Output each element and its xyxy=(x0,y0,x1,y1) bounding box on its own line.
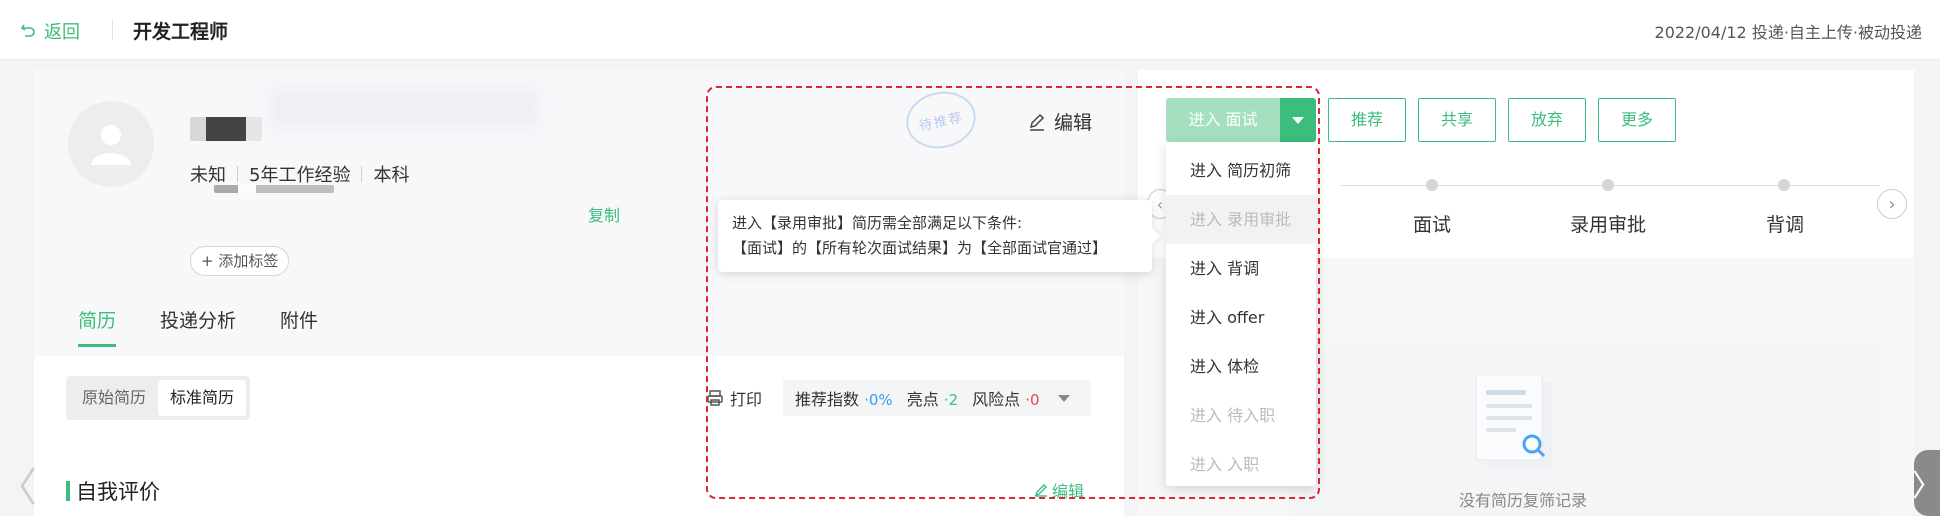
enter-stage-split-button: 进入 面试 xyxy=(1166,98,1316,142)
caret-down-icon xyxy=(1292,116,1304,124)
empty-state-text: 没有简历复筛记录 xyxy=(1459,491,1588,510)
printer-icon xyxy=(707,390,723,406)
top-bar xyxy=(0,0,1940,60)
next-candidate-arrow-icon[interactable]: 〉 xyxy=(1912,450,1940,516)
tooltip-line-1: 进入【录用审批】简历需全部满足以下条件: xyxy=(732,214,1023,232)
section-edit-button[interactable]: 编辑 xyxy=(1034,478,1084,502)
chevron-right-icon[interactable]: › xyxy=(1877,189,1907,219)
print-button[interactable]: 打印 xyxy=(706,386,762,410)
score-summary: 推荐指数 ·0% 亮点 ·2 风险点 ·0 xyxy=(783,380,1091,416)
stage-interview: 面试 xyxy=(1413,214,1452,236)
edit-label: 编辑 xyxy=(1054,112,1093,134)
pencil-icon xyxy=(1034,484,1047,497)
stage-offer-approval: 录用审批 xyxy=(1570,214,1647,236)
highlight-value: ·2 xyxy=(943,391,959,409)
standard-resume-button[interactable]: 标准简历 xyxy=(158,380,247,416)
menu-item-medical-check[interactable]: 进入 体检 xyxy=(1166,342,1316,391)
copy-link[interactable]: 复制 xyxy=(588,202,620,226)
section-accent-bar xyxy=(66,481,70,501)
gender: 未知 xyxy=(190,165,226,186)
add-tag-button[interactable]: + 添加标签 xyxy=(190,246,290,276)
share-button[interactable]: 共享 xyxy=(1418,98,1496,142)
redacted-name xyxy=(190,117,262,141)
menu-item-pending-onboard[interactable]: 进入 待入职 xyxy=(1166,391,1316,440)
print-label: 打印 xyxy=(730,390,763,409)
experience: 5年工作经验 xyxy=(249,165,351,186)
score-item: 推荐指数 ·0% xyxy=(795,386,893,410)
action-buttons: 推荐 共享 放弃 更多 xyxy=(1328,98,1676,142)
stage-dot xyxy=(1778,179,1790,191)
self-evaluation-heading: 自我评价 xyxy=(66,476,160,506)
user-icon xyxy=(91,125,131,165)
redacted-contact xyxy=(214,185,334,193)
stage-dropdown-menu: 进入 简历初筛 进入 录用审批 进入 背调 进入 offer 进入 体检 进入 … xyxy=(1166,142,1316,486)
abandon-button[interactable]: 放弃 xyxy=(1508,98,1586,142)
offer-approval-tooltip: 进入【录用审批】简历需全部满足以下条件: 【面试】的【所有轮次面试结果】为【全部… xyxy=(718,200,1152,272)
menu-item-offer-approval[interactable]: 进入 录用审批 xyxy=(1166,195,1316,244)
menu-item-screening[interactable]: 进入 简历初筛 xyxy=(1166,146,1316,195)
back-button[interactable]: 返回 xyxy=(20,18,80,44)
chevron-down-icon[interactable] xyxy=(1057,394,1070,402)
stage-dot xyxy=(1602,179,1614,191)
page-title: 开发工程师 xyxy=(133,21,229,43)
empty-document-icon xyxy=(1475,374,1552,468)
more-button[interactable]: 更多 xyxy=(1598,98,1676,142)
info-separator xyxy=(237,166,238,182)
section-edit-label: 编辑 xyxy=(1052,482,1085,501)
redacted-name-area xyxy=(270,88,540,128)
header-divider xyxy=(112,20,113,40)
highlight-item: 亮点 ·2 xyxy=(907,386,958,410)
candidate-info: 未知 5年工作经验 本科 xyxy=(190,161,409,187)
enter-interview-button[interactable]: 进入 面试 xyxy=(1166,98,1280,142)
menu-item-onboard[interactable]: 进入 入职 xyxy=(1166,440,1316,489)
avatar xyxy=(68,101,154,187)
score-label: 推荐指数 xyxy=(795,390,860,409)
risk-item: 风险点 ·0 xyxy=(972,386,1039,410)
highlight-label: 亮点 xyxy=(906,390,939,409)
edit-profile-button[interactable]: 编辑 xyxy=(1028,108,1092,135)
resume-tabs: 简历 投递分析 附件 xyxy=(78,306,318,347)
undo-arrow-icon xyxy=(20,24,35,37)
tab-attachments[interactable]: 附件 xyxy=(280,306,318,347)
pencil-icon xyxy=(1029,113,1045,131)
stage-dot xyxy=(1426,179,1438,191)
stage-dropdown-toggle[interactable] xyxy=(1280,98,1316,142)
tooltip-line-2: 【面试】的【所有轮次面试结果】为【全部面试官通过】 xyxy=(732,239,1108,257)
education: 本科 xyxy=(373,165,410,186)
recommend-button[interactable]: 推荐 xyxy=(1328,98,1406,142)
risk-value: ·0 xyxy=(1025,391,1040,409)
resume-type-toggle: 原始简历 标准简历 xyxy=(66,376,251,420)
tab-resume[interactable]: 简历 xyxy=(78,306,117,347)
original-resume-button[interactable]: 原始简历 xyxy=(70,380,158,416)
menu-item-background-check[interactable]: 进入 背调 xyxy=(1166,244,1316,293)
info-separator xyxy=(361,166,363,182)
previous-candidate-arrow-icon[interactable]: 〈 xyxy=(0,452,37,516)
section-title: 自我评价 xyxy=(76,480,160,504)
score-value: ·0% xyxy=(864,391,893,409)
back-label: 返回 xyxy=(44,22,80,43)
menu-item-offer[interactable]: 进入 offer xyxy=(1166,293,1316,342)
stage-background-check: 背调 xyxy=(1766,214,1805,236)
delivery-meta: 2022/04/12 投递·自主上传·被动投递 xyxy=(1654,23,1922,42)
tab-delivery-analysis[interactable]: 投递分析 xyxy=(160,306,236,347)
risk-label: 风险点 xyxy=(972,390,1021,409)
